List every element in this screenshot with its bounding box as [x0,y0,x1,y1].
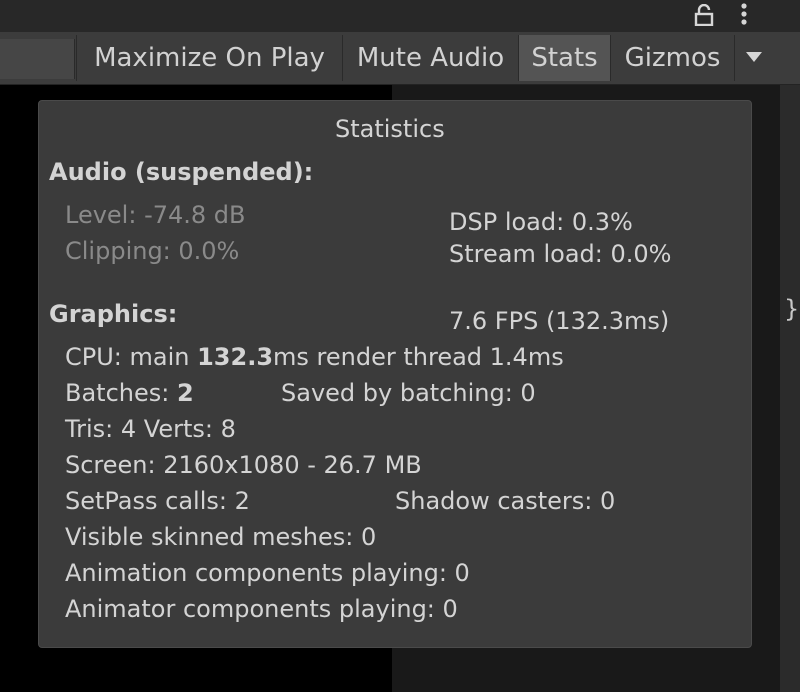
tris-verts: Tris: 4 Verts: 8 [65,415,236,443]
cpu-label: CPU: main [65,343,198,371]
adjacent-panel-text: } [784,295,800,323]
setpass-calls: SetPass calls: 2 [65,487,250,515]
lock-icon[interactable] [694,3,714,27]
visible-skinned-meshes: Visible skinned meshes: 0 [65,523,377,551]
batches-stat: Batches: 2 [65,378,194,408]
graphics-heading: Graphics: [49,300,178,328]
adjacent-panel-edge [780,85,800,692]
screen-stat: Screen: 2160x1080 - 26.7 MB [65,451,422,479]
cpu-render-thread: ms render thread 1.4ms [273,343,564,371]
cpu-stats: CPU: main 132.3ms render thread 1.4ms [65,342,564,372]
batches-label: Batches: [65,379,177,407]
batches-value: 2 [176,379,194,407]
gizmos-button[interactable]: Gizmos [610,35,734,81]
animation-components: Animation components playing: 0 [65,559,470,587]
gizmos-dropdown[interactable] [734,35,775,81]
statistics-title: Statistics [335,115,445,143]
maximize-on-play-button[interactable]: Maximize On Play [76,35,342,81]
fps-readout: 7.6 FPS (132.3ms) [449,307,670,335]
stream-load: Stream load: 0.0% [449,240,672,268]
animator-components: Animator components playing: 0 [65,595,458,623]
window-header [0,0,800,32]
statistics-panel: Statistics Audio (suspended): Level: -74… [38,100,752,648]
stats-button[interactable]: Stats [518,35,610,81]
saved-by-batching: Saved by batching: 0 [281,379,536,407]
more-vertical-icon[interactable] [736,2,752,28]
game-view-toolbar: Maximize On Play Mute Audio Stats Gizmos [0,32,800,85]
audio-heading: Audio (suspended): [49,158,314,186]
game-view-window: Maximize On Play Mute Audio Stats Gizmos… [0,0,800,692]
mute-audio-button[interactable]: Mute Audio [342,35,518,81]
audio-clipping: Clipping: 0.0% [65,237,240,265]
dsp-load: DSP load: 0.3% [449,208,633,236]
shadow-casters: Shadow casters: 0 [395,487,616,515]
cpu-main-value: 132.3 [197,343,274,371]
audio-level: Level: -74.8 dB [65,201,246,229]
toolbar-left-field[interactable] [0,39,75,79]
triangle-down-icon [746,52,762,62]
